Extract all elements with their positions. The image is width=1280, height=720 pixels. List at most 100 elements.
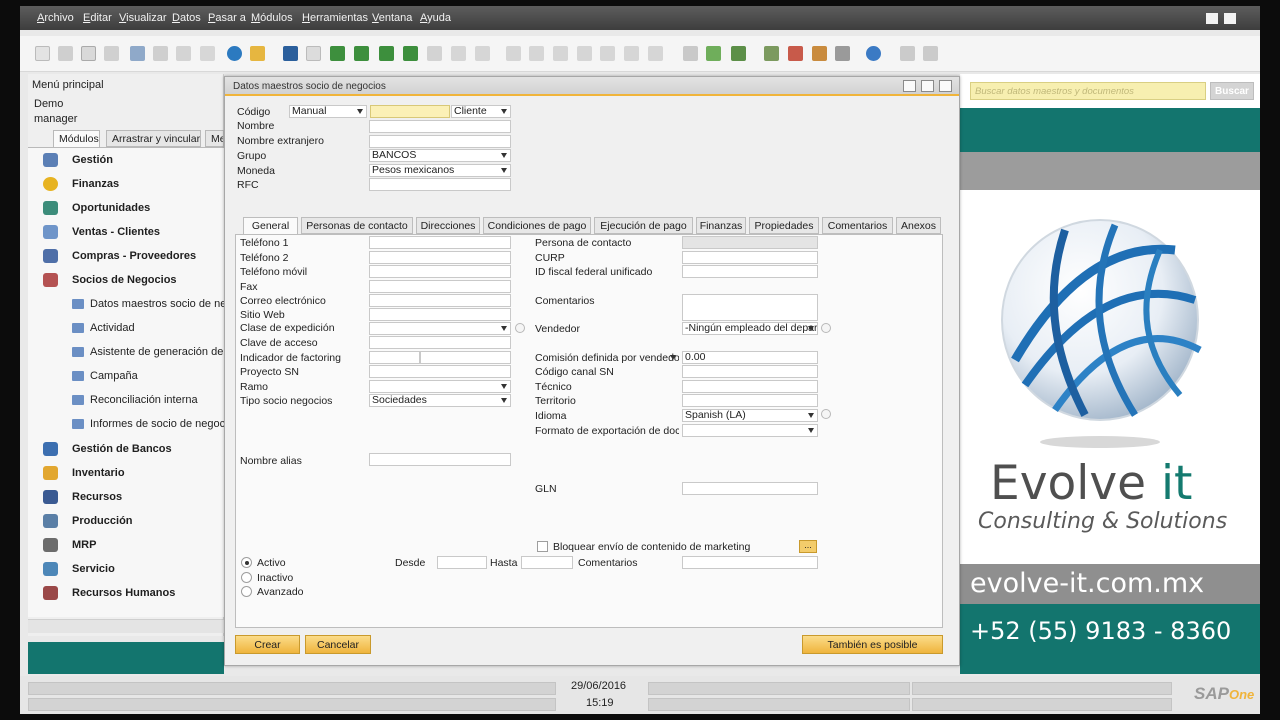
formato-export-select[interactable] <box>682 424 818 437</box>
organization-icon[interactable] <box>835 46 850 61</box>
codigo-canal-input[interactable] <box>682 365 818 378</box>
menu-visualizar[interactable]: Visualizar <box>119 12 167 24</box>
transaction-icon[interactable] <box>648 46 663 61</box>
print-icon[interactable] <box>58 46 73 61</box>
help-icon[interactable] <box>866 46 881 61</box>
menu-item-campana[interactable]: Campaña <box>28 364 224 388</box>
mail-delete-icon[interactable] <box>788 46 803 61</box>
factoring-input-a[interactable] <box>369 351 420 364</box>
menu-ayuda[interactable]: Ayuda <box>420 12 451 24</box>
module-socios[interactable]: Socios de Negocios <box>28 268 224 292</box>
nombre-extranjero-input[interactable] <box>369 135 511 148</box>
comision-select[interactable]: Comisión definida por vendedor <box>535 352 679 364</box>
save-icon[interactable] <box>130 46 145 61</box>
tab-mis-menus[interactable]: Me <box>205 130 224 147</box>
base-document-icon[interactable] <box>506 46 521 61</box>
module-finanzas[interactable]: Finanzas <box>28 172 224 196</box>
tab-direcciones[interactable]: Direcciones <box>416 217 480 234</box>
first-record-icon[interactable] <box>330 46 345 61</box>
nombre-input[interactable] <box>369 120 511 133</box>
menu-archivo[interactable]: Archivo <box>37 12 74 24</box>
module-oportunidades[interactable]: Oportunidades <box>28 196 224 220</box>
form-maximize-icon[interactable] <box>921 80 934 92</box>
next-record-icon[interactable] <box>379 46 394 61</box>
sort-icon[interactable] <box>475 46 490 61</box>
horizontal-scrollbar[interactable] <box>28 619 224 633</box>
menu-item-informes[interactable]: Informes de socio de negocios <box>28 412 224 436</box>
last-record-icon[interactable] <box>403 46 418 61</box>
tab-personas-contacto[interactable]: Personas de contacto <box>301 217 413 234</box>
module-produccion[interactable]: Producción <box>28 509 224 533</box>
ramo-select[interactable] <box>369 380 511 393</box>
tab-finanzas[interactable]: Finanzas <box>696 217 746 234</box>
calendar-icon[interactable] <box>812 46 827 61</box>
tab-anexos[interactable]: Anexos <box>896 217 941 234</box>
journal-icon[interactable] <box>553 46 568 61</box>
grupo-select[interactable]: BANCOS <box>369 149 511 162</box>
help-circle-icon[interactable] <box>515 323 525 333</box>
telefono1-input[interactable] <box>369 236 511 249</box>
curp-input[interactable] <box>682 251 818 264</box>
tambien-es-posible-button[interactable]: También es posible <box>802 635 943 654</box>
crear-button[interactable]: Crear <box>235 635 300 654</box>
form-minimize-icon[interactable] <box>903 80 916 92</box>
navigate-icon[interactable] <box>227 46 242 61</box>
form-title-bar[interactable]: Datos maestros socio de negocios <box>225 77 959 96</box>
menu-pasar-a[interactable]: Pasar a <box>208 12 246 24</box>
tab-propiedades[interactable]: Propiedades <box>749 217 819 234</box>
clave-acceso-input[interactable] <box>369 336 511 349</box>
export-icon[interactable] <box>104 46 119 61</box>
search-input[interactable]: Buscar datos maestros y documentos <box>970 82 1206 100</box>
menu-item-reconciliacion[interactable]: Reconciliación interna <box>28 388 224 412</box>
module-gestion[interactable]: Gestión <box>28 148 224 172</box>
menu-editar[interactable]: Editar <box>83 12 112 24</box>
module-servicio[interactable]: Servicio <box>28 557 224 581</box>
radio-activo[interactable] <box>241 557 252 568</box>
comentarios-textarea[interactable] <box>682 294 818 321</box>
rfc-input[interactable] <box>369 178 511 191</box>
tab-ejecucion-pago[interactable]: Ejecución de pago <box>594 217 693 234</box>
telefono-movil-input[interactable] <box>369 265 511 278</box>
filter-icon[interactable] <box>451 46 466 61</box>
lock-icon[interactable] <box>250 46 265 61</box>
module-compras[interactable]: Compras - Proveedores <box>28 244 224 268</box>
factoring-input-b[interactable] <box>420 351 511 364</box>
idioma-select[interactable]: Spanish (LA) <box>682 409 818 422</box>
gross-profit-icon[interactable] <box>600 46 615 61</box>
window-close-icon[interactable] <box>923 46 938 61</box>
menu-item-datos-maestros[interactable]: Datos maestros socio de negocios <box>28 292 224 316</box>
tab-general[interactable]: General <box>243 217 298 235</box>
spreadsheet-icon[interactable] <box>764 46 779 61</box>
document-icon[interactable] <box>153 46 168 61</box>
approve-icon[interactable] <box>706 46 721 61</box>
vendedor-select[interactable]: -Ningún empleado del departamento de ven… <box>682 322 818 335</box>
fax-input[interactable] <box>369 280 511 293</box>
gln-input[interactable] <box>682 482 818 495</box>
help-circle-icon[interactable] <box>821 409 831 419</box>
clase-expedicion-select[interactable] <box>369 322 511 335</box>
module-mrp[interactable]: MRP <box>28 533 224 557</box>
radio-inactivo[interactable] <box>241 572 252 583</box>
minimize-icon[interactable] <box>1206 13 1218 24</box>
refresh-icon[interactable] <box>427 46 442 61</box>
codigo-input[interactable] <box>370 105 450 118</box>
tab-condiciones-pago[interactable]: Condiciones de pago <box>483 217 591 234</box>
tab-arrastrar-vincular[interactable]: Arrastrar y vincular <box>106 130 201 147</box>
cancelar-button[interactable]: Cancelar <box>305 635 371 654</box>
tecnico-input[interactable] <box>682 380 818 393</box>
new-document-icon[interactable] <box>35 46 50 61</box>
id-fiscal-input[interactable] <box>682 265 818 278</box>
menu-item-actividad[interactable]: Actividad <box>28 316 224 340</box>
settings-check-icon[interactable] <box>731 46 746 61</box>
status-comentarios-input[interactable] <box>682 556 818 569</box>
telefono2-input[interactable] <box>369 251 511 264</box>
menu-herramientas[interactable]: Herramientas <box>302 12 368 24</box>
edit-icon[interactable] <box>683 46 698 61</box>
copy-icon[interactable] <box>176 46 191 61</box>
volume-icon[interactable] <box>624 46 639 61</box>
previous-record-icon[interactable] <box>354 46 369 61</box>
module-inventario[interactable]: Inventario <box>28 461 224 485</box>
marketing-checkbox[interactable] <box>537 541 548 552</box>
payment-icon[interactable] <box>577 46 592 61</box>
email-icon[interactable] <box>81 46 96 61</box>
